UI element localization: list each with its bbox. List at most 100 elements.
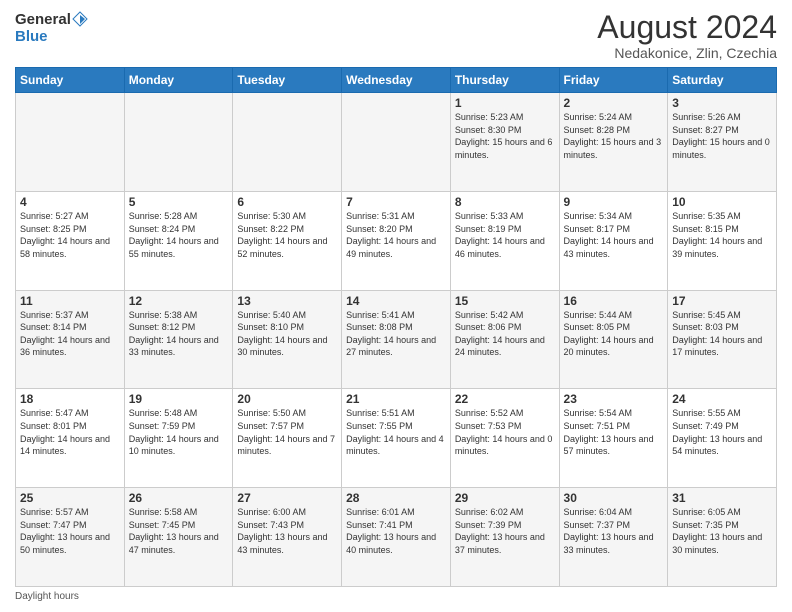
title-block: August 2024 Nedakonice, Zlin, Czechia bbox=[597, 10, 777, 61]
cell-day-number: 7 bbox=[346, 195, 446, 209]
cell-day-number: 4 bbox=[20, 195, 120, 209]
header: General Blue August 2024 Nedakonice, Zli… bbox=[15, 10, 777, 61]
calendar-cell: 24Sunrise: 5:55 AMSunset: 7:49 PMDayligh… bbox=[668, 389, 777, 488]
calendar-cell bbox=[124, 93, 233, 192]
logo-general-text: General bbox=[15, 12, 71, 27]
cell-info: Sunrise: 5:31 AMSunset: 8:20 PMDaylight:… bbox=[346, 210, 446, 260]
cell-info: Sunrise: 6:04 AMSunset: 7:37 PMDaylight:… bbox=[564, 506, 664, 556]
calendar-cell: 1Sunrise: 5:23 AMSunset: 8:30 PMDaylight… bbox=[450, 93, 559, 192]
cell-day-number: 29 bbox=[455, 491, 555, 505]
calendar-cell: 15Sunrise: 5:42 AMSunset: 8:06 PMDayligh… bbox=[450, 290, 559, 389]
day-header-thursday: Thursday bbox=[450, 68, 559, 93]
calendar-cell: 20Sunrise: 5:50 AMSunset: 7:57 PMDayligh… bbox=[233, 389, 342, 488]
calendar-cell: 2Sunrise: 5:24 AMSunset: 8:28 PMDaylight… bbox=[559, 93, 668, 192]
cell-info: Sunrise: 6:02 AMSunset: 7:39 PMDaylight:… bbox=[455, 506, 555, 556]
calendar-body: 1Sunrise: 5:23 AMSunset: 8:30 PMDaylight… bbox=[16, 93, 777, 587]
calendar-cell: 8Sunrise: 5:33 AMSunset: 8:19 PMDaylight… bbox=[450, 191, 559, 290]
calendar-cell: 18Sunrise: 5:47 AMSunset: 8:01 PMDayligh… bbox=[16, 389, 125, 488]
calendar-cell: 3Sunrise: 5:26 AMSunset: 8:27 PMDaylight… bbox=[668, 93, 777, 192]
cell-day-number: 8 bbox=[455, 195, 555, 209]
logo: General Blue bbox=[15, 10, 89, 46]
calendar-cell: 11Sunrise: 5:37 AMSunset: 8:14 PMDayligh… bbox=[16, 290, 125, 389]
day-header-sunday: Sunday bbox=[16, 68, 125, 93]
cell-info: Sunrise: 5:52 AMSunset: 7:53 PMDaylight:… bbox=[455, 407, 555, 457]
calendar-week-1: 1Sunrise: 5:23 AMSunset: 8:30 PMDaylight… bbox=[16, 93, 777, 192]
calendar-table: SundayMondayTuesdayWednesdayThursdayFrid… bbox=[15, 67, 777, 587]
cell-info: Sunrise: 5:40 AMSunset: 8:10 PMDaylight:… bbox=[237, 309, 337, 359]
cell-day-number: 5 bbox=[129, 195, 229, 209]
cell-info: Sunrise: 5:27 AMSunset: 8:25 PMDaylight:… bbox=[20, 210, 120, 260]
cell-info: Sunrise: 5:24 AMSunset: 8:28 PMDaylight:… bbox=[564, 111, 664, 161]
calendar-cell: 13Sunrise: 5:40 AMSunset: 8:10 PMDayligh… bbox=[233, 290, 342, 389]
cell-info: Sunrise: 5:28 AMSunset: 8:24 PMDaylight:… bbox=[129, 210, 229, 260]
calendar-cell: 10Sunrise: 5:35 AMSunset: 8:15 PMDayligh… bbox=[668, 191, 777, 290]
cell-info: Sunrise: 5:35 AMSunset: 8:15 PMDaylight:… bbox=[672, 210, 772, 260]
cell-info: Sunrise: 5:30 AMSunset: 8:22 PMDaylight:… bbox=[237, 210, 337, 260]
calendar-cell: 4Sunrise: 5:27 AMSunset: 8:25 PMDaylight… bbox=[16, 191, 125, 290]
cell-day-number: 19 bbox=[129, 392, 229, 406]
calendar-cell: 6Sunrise: 5:30 AMSunset: 8:22 PMDaylight… bbox=[233, 191, 342, 290]
cell-day-number: 16 bbox=[564, 294, 664, 308]
cell-info: Sunrise: 5:34 AMSunset: 8:17 PMDaylight:… bbox=[564, 210, 664, 260]
cell-info: Sunrise: 5:47 AMSunset: 8:01 PMDaylight:… bbox=[20, 407, 120, 457]
calendar-cell bbox=[233, 93, 342, 192]
day-header-monday: Monday bbox=[124, 68, 233, 93]
cell-info: Sunrise: 5:44 AMSunset: 8:05 PMDaylight:… bbox=[564, 309, 664, 359]
calendar-week-3: 11Sunrise: 5:37 AMSunset: 8:14 PMDayligh… bbox=[16, 290, 777, 389]
calendar-cell: 14Sunrise: 5:41 AMSunset: 8:08 PMDayligh… bbox=[342, 290, 451, 389]
calendar-cell: 31Sunrise: 6:05 AMSunset: 7:35 PMDayligh… bbox=[668, 488, 777, 587]
cell-day-number: 25 bbox=[20, 491, 120, 505]
calendar-cell: 19Sunrise: 5:48 AMSunset: 7:59 PMDayligh… bbox=[124, 389, 233, 488]
cell-day-number: 6 bbox=[237, 195, 337, 209]
day-header-saturday: Saturday bbox=[668, 68, 777, 93]
cell-day-number: 22 bbox=[455, 392, 555, 406]
cell-info: Sunrise: 5:42 AMSunset: 8:06 PMDaylight:… bbox=[455, 309, 555, 359]
day-header-friday: Friday bbox=[559, 68, 668, 93]
calendar-week-5: 25Sunrise: 5:57 AMSunset: 7:47 PMDayligh… bbox=[16, 488, 777, 587]
day-header-tuesday: Tuesday bbox=[233, 68, 342, 93]
cell-info: Sunrise: 5:51 AMSunset: 7:55 PMDaylight:… bbox=[346, 407, 446, 457]
calendar-cell: 17Sunrise: 5:45 AMSunset: 8:03 PMDayligh… bbox=[668, 290, 777, 389]
cell-info: Sunrise: 5:33 AMSunset: 8:19 PMDaylight:… bbox=[455, 210, 555, 260]
cell-day-number: 17 bbox=[672, 294, 772, 308]
page: General Blue August 2024 Nedakonice, Zli… bbox=[0, 0, 792, 612]
cell-info: Sunrise: 5:55 AMSunset: 7:49 PMDaylight:… bbox=[672, 407, 772, 457]
calendar-cell: 23Sunrise: 5:54 AMSunset: 7:51 PMDayligh… bbox=[559, 389, 668, 488]
cell-info: Sunrise: 5:23 AMSunset: 8:30 PMDaylight:… bbox=[455, 111, 555, 161]
cell-day-number: 31 bbox=[672, 491, 772, 505]
page-title: August 2024 bbox=[597, 10, 777, 45]
calendar-cell: 22Sunrise: 5:52 AMSunset: 7:53 PMDayligh… bbox=[450, 389, 559, 488]
day-header-wednesday: Wednesday bbox=[342, 68, 451, 93]
calendar-cell: 28Sunrise: 6:01 AMSunset: 7:41 PMDayligh… bbox=[342, 488, 451, 587]
cell-day-number: 23 bbox=[564, 392, 664, 406]
cell-info: Sunrise: 5:38 AMSunset: 8:12 PMDaylight:… bbox=[129, 309, 229, 359]
cell-info: Sunrise: 5:58 AMSunset: 7:45 PMDaylight:… bbox=[129, 506, 229, 556]
cell-info: Sunrise: 6:01 AMSunset: 7:41 PMDaylight:… bbox=[346, 506, 446, 556]
calendar-cell: 30Sunrise: 6:04 AMSunset: 7:37 PMDayligh… bbox=[559, 488, 668, 587]
cell-day-number: 20 bbox=[237, 392, 337, 406]
logo-blue-text: Blue bbox=[15, 28, 48, 45]
calendar-cell: 9Sunrise: 5:34 AMSunset: 8:17 PMDaylight… bbox=[559, 191, 668, 290]
calendar-header: SundayMondayTuesdayWednesdayThursdayFrid… bbox=[16, 68, 777, 93]
cell-day-number: 26 bbox=[129, 491, 229, 505]
cell-day-number: 13 bbox=[237, 294, 337, 308]
cell-day-number: 11 bbox=[20, 294, 120, 308]
cell-day-number: 15 bbox=[455, 294, 555, 308]
cell-day-number: 24 bbox=[672, 392, 772, 406]
calendar-cell: 7Sunrise: 5:31 AMSunset: 8:20 PMDaylight… bbox=[342, 191, 451, 290]
cell-info: Sunrise: 5:48 AMSunset: 7:59 PMDaylight:… bbox=[129, 407, 229, 457]
cell-day-number: 2 bbox=[564, 96, 664, 110]
cell-info: Sunrise: 5:37 AMSunset: 8:14 PMDaylight:… bbox=[20, 309, 120, 359]
page-subtitle: Nedakonice, Zlin, Czechia bbox=[597, 45, 777, 61]
cell-info: Sunrise: 6:00 AMSunset: 7:43 PMDaylight:… bbox=[237, 506, 337, 556]
cell-day-number: 21 bbox=[346, 392, 446, 406]
calendar-cell bbox=[342, 93, 451, 192]
cell-day-number: 27 bbox=[237, 491, 337, 505]
calendar-cell bbox=[16, 93, 125, 192]
calendar-cell: 21Sunrise: 5:51 AMSunset: 7:55 PMDayligh… bbox=[342, 389, 451, 488]
cell-day-number: 28 bbox=[346, 491, 446, 505]
calendar-cell: 12Sunrise: 5:38 AMSunset: 8:12 PMDayligh… bbox=[124, 290, 233, 389]
cell-day-number: 12 bbox=[129, 294, 229, 308]
calendar-header-row: SundayMondayTuesdayWednesdayThursdayFrid… bbox=[16, 68, 777, 93]
cell-info: Sunrise: 5:26 AMSunset: 8:27 PMDaylight:… bbox=[672, 111, 772, 161]
